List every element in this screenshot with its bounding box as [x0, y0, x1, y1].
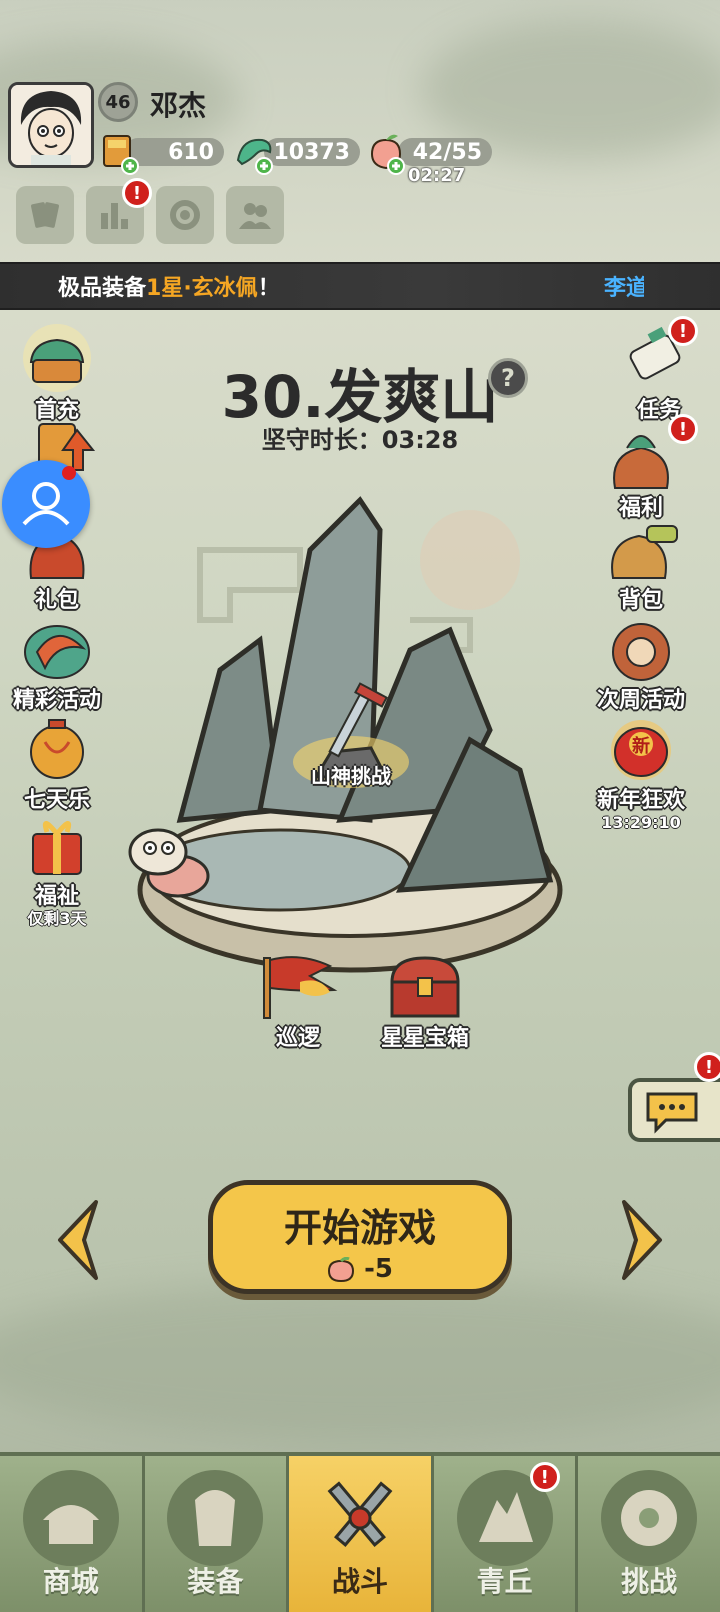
challenge-icon: [601, 1470, 698, 1566]
ticker-item: 1星·玄冰佩: [146, 276, 258, 301]
tab-battle[interactable]: 战斗: [289, 1456, 434, 1612]
chat-button[interactable]: !: [628, 1052, 720, 1142]
side-item-blessing[interactable]: 福祉 仅剩3天: [2, 808, 112, 928]
stamina-value: 42/55: [412, 139, 482, 165]
peach-icon: [328, 1256, 355, 1282]
notification-dot: [62, 466, 76, 480]
side-item-new-year[interactable]: 新 新年狂欢 13:29:10: [586, 712, 696, 832]
tab-equipment[interactable]: 装备: [144, 1456, 290, 1612]
tab-label: 商城: [42, 1565, 99, 1598]
blessing-icon: [32, 821, 82, 875]
start-cost-value: -5: [364, 1254, 393, 1284]
seven-days-icon: [30, 719, 84, 779]
patrol-button[interactable]: 巡逻: [250, 952, 346, 1052]
side-label: 背包: [618, 588, 663, 613]
cards-button[interactable]: [16, 186, 74, 244]
challenge-label: 山神挑战: [311, 764, 391, 788]
monkey-character[interactable]: [118, 820, 228, 900]
next-stage-button[interactable]: [616, 1198, 668, 1282]
side-sub: 仅剩3天: [27, 909, 87, 928]
defend-time: 03:28: [381, 426, 459, 454]
side-item-first-recharge[interactable]: 首充: [2, 322, 112, 424]
side-item-tasks[interactable]: 任务 !: [604, 316, 714, 424]
patrol-flag-icon: [263, 956, 338, 1019]
side-item-events[interactable]: 精彩活动: [2, 612, 112, 714]
start-game-button[interactable]: 开始游戏 -5: [208, 1180, 512, 1294]
gold-value: 610: [168, 139, 214, 165]
backpack-icon: [611, 525, 678, 579]
side-sub: 13:29:10: [601, 813, 681, 832]
tab-shop[interactable]: 商城: [0, 1456, 145, 1612]
tab-label: 青丘: [476, 1565, 533, 1598]
people-icon: [239, 203, 271, 229]
star-chest-button[interactable]: 星星宝箱: [372, 952, 478, 1052]
first-recharge-icon: [23, 324, 91, 392]
weekly-event-icon: [612, 623, 670, 681]
side-label: 福祉: [34, 884, 79, 909]
player-name: 邓杰: [150, 89, 207, 122]
tab-label: 装备: [187, 1565, 244, 1598]
chevron-right-icon: [622, 1200, 662, 1280]
chat-alert: !: [694, 1052, 720, 1082]
cards-icon: [31, 202, 59, 228]
ticker-suffix: ！: [257, 276, 280, 301]
equipment-icon: [167, 1470, 264, 1566]
settings-button[interactable]: [156, 186, 214, 244]
side-item-welfare[interactable]: 福利 !: [586, 414, 698, 522]
ranking-alert: !: [122, 178, 152, 208]
player-avatar[interactable]: [8, 82, 94, 168]
chat-bubble-icon: [646, 1092, 698, 1134]
tab-label: 战斗: [331, 1565, 388, 1598]
jade-counter: 10373: [264, 138, 360, 166]
mountain-god-challenge[interactable]: 山神挑战: [286, 682, 416, 822]
gold-ticket-icon[interactable]: [96, 130, 142, 176]
side-label: 精彩活动: [12, 688, 101, 713]
defend-label: 坚守时长：: [261, 426, 382, 454]
side-label: 新年狂欢: [596, 788, 685, 813]
jade-dragon-icon[interactable]: [232, 130, 278, 176]
jade-value: 10373: [273, 139, 350, 165]
patrol-label: 巡逻: [275, 1026, 320, 1051]
side-item-weekly[interactable]: 次周活动: [586, 612, 696, 714]
battle-icon: [312, 1470, 408, 1566]
side-label: 次周活动: [596, 688, 685, 713]
announcement-ticker: 极品装备 1星·玄冰佩 ！ 李道: [0, 262, 720, 310]
tab-qingqiu[interactable]: 青丘 !: [433, 1456, 579, 1612]
user-icon: [22, 482, 70, 526]
stage-help-icon[interactable]: ?: [488, 358, 528, 398]
stamina-counter: 42/55: [398, 138, 492, 166]
new-badge: 新: [632, 736, 650, 757]
ticker-prefix: 极品装备: [58, 276, 147, 301]
shop-icon: [22, 1470, 119, 1566]
star-chest-label: 星星宝箱: [380, 1026, 469, 1051]
side-label: 礼包: [34, 588, 79, 613]
tab-label: 挑战: [621, 1565, 678, 1598]
ticker-next: 李道: [604, 276, 644, 301]
qingqiu-alert: !: [529, 1462, 560, 1492]
prev-stage-button[interactable]: [52, 1198, 104, 1282]
welfare-alert: !: [668, 414, 698, 444]
stamina-timer: 02:27: [408, 165, 466, 186]
player-level-badge: 46: [98, 82, 138, 122]
tasks-alert: !: [668, 316, 698, 346]
start-label: 开始游戏: [283, 1206, 436, 1250]
star-chest-icon: [390, 956, 460, 1018]
bottom-nav: 商城 装备 战斗 青丘 ! 挑战: [0, 1452, 720, 1612]
social-button[interactable]: [226, 186, 284, 244]
gear-icon: [170, 200, 200, 230]
assistant-float-button[interactable]: [2, 460, 90, 548]
tab-challenge[interactable]: 挑战: [578, 1456, 720, 1612]
ranking-button[interactable]: !: [86, 178, 152, 244]
peach-icon[interactable]: [364, 130, 410, 176]
side-item-backpack[interactable]: 背包: [586, 512, 696, 614]
ink-wash: [0, 1280, 720, 1440]
start-cost: -5: [213, 1254, 507, 1284]
side-item-seven-days[interactable]: 七天乐: [2, 712, 112, 814]
events-icon: [24, 625, 90, 679]
chevron-left-icon: [58, 1200, 98, 1280]
